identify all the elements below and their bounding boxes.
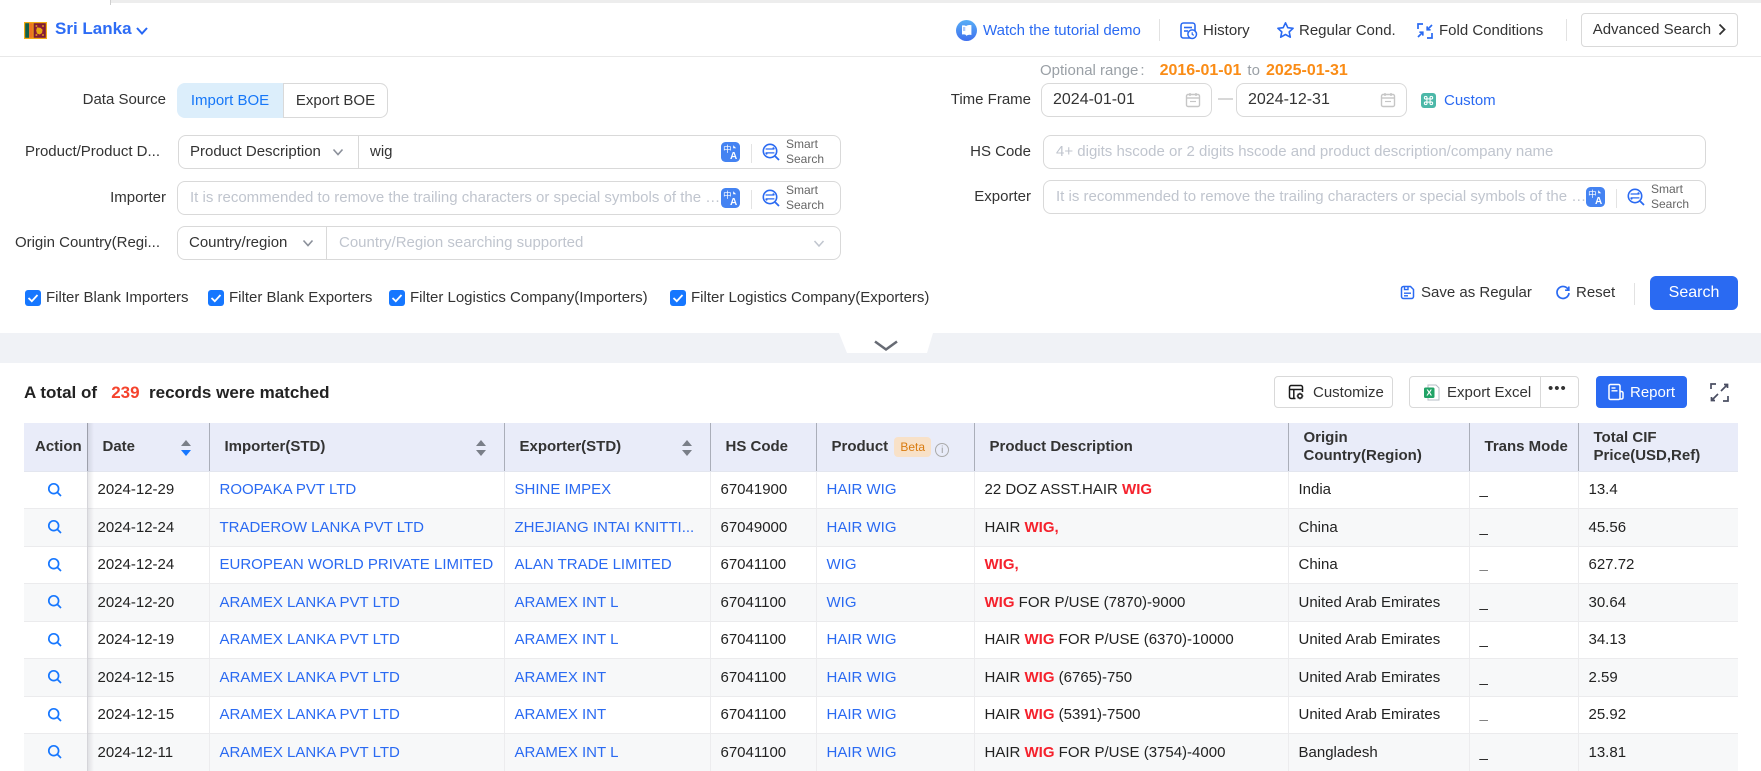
svg-text:A: A <box>730 197 737 208</box>
svg-text:A: A <box>730 151 737 162</box>
svg-text:X: X <box>1426 388 1432 398</box>
svg-text:A: A <box>1595 196 1602 207</box>
